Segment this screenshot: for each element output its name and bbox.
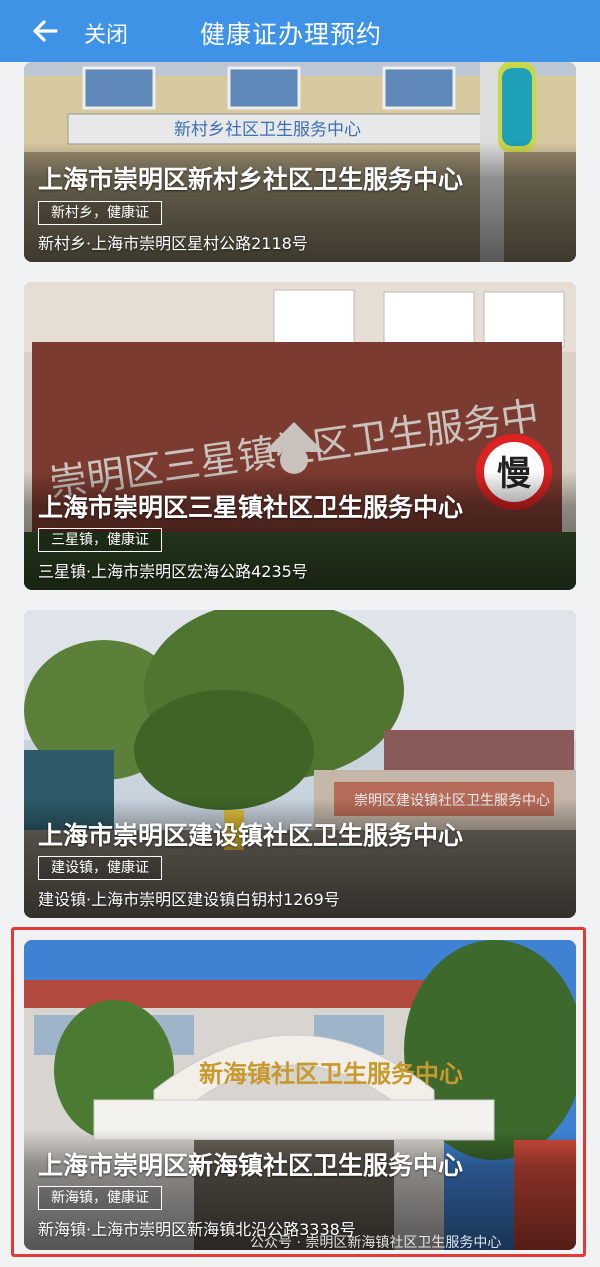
card-title: 上海市崇明区新村乡社区卫生服务中心	[38, 165, 464, 194]
back-arrow-icon[interactable]	[30, 16, 60, 46]
card-tag: 新村乡，健康证	[38, 201, 162, 225]
card-address: 新村乡·上海市崇明区星村公路2118号	[38, 234, 308, 253]
card-title: 上海市崇明区三星镇社区卫生服务中心	[38, 493, 464, 522]
card-tag: 建设镇，健康证	[38, 856, 162, 880]
clinic-card-sanxing[interactable]: 崇明区三星镇社区卫生服务中 慢 上海市崇明区三星镇社区卫生服务中心 三星镇，健康…	[24, 282, 576, 590]
clinic-card-jianshe[interactable]: 崇明区建设镇社区卫生服务中心 上海市崇明区建设镇社区卫生服务中心 建设镇，健康证…	[24, 610, 576, 918]
card-address: 三星镇·上海市崇明区宏海公路4235号	[38, 562, 308, 581]
card-tag: 三星镇，健康证	[38, 528, 162, 552]
building-sign: 新村乡社区卫生服务中心	[174, 120, 361, 140]
top-bar: 关闭 健康证办理预约	[0, 0, 600, 62]
page-title: 健康证办理预约	[200, 20, 383, 49]
card-address: 建设镇·上海市崇明区建设镇白钥村1269号	[38, 890, 340, 909]
watermark: 公众号 · 崇明区新海镇社区卫生服务中心	[250, 1235, 502, 1251]
card-title: 上海市崇明区建设镇社区卫生服务中心	[38, 821, 464, 850]
selection-highlight	[11, 927, 586, 1257]
close-button[interactable]: 关闭	[84, 17, 128, 49]
clinic-card-xincun[interactable]: 新村乡社区卫生服务中心 上海市崇明区新村乡社区卫生服务中心 新村乡，健康证 新村…	[24, 62, 576, 262]
